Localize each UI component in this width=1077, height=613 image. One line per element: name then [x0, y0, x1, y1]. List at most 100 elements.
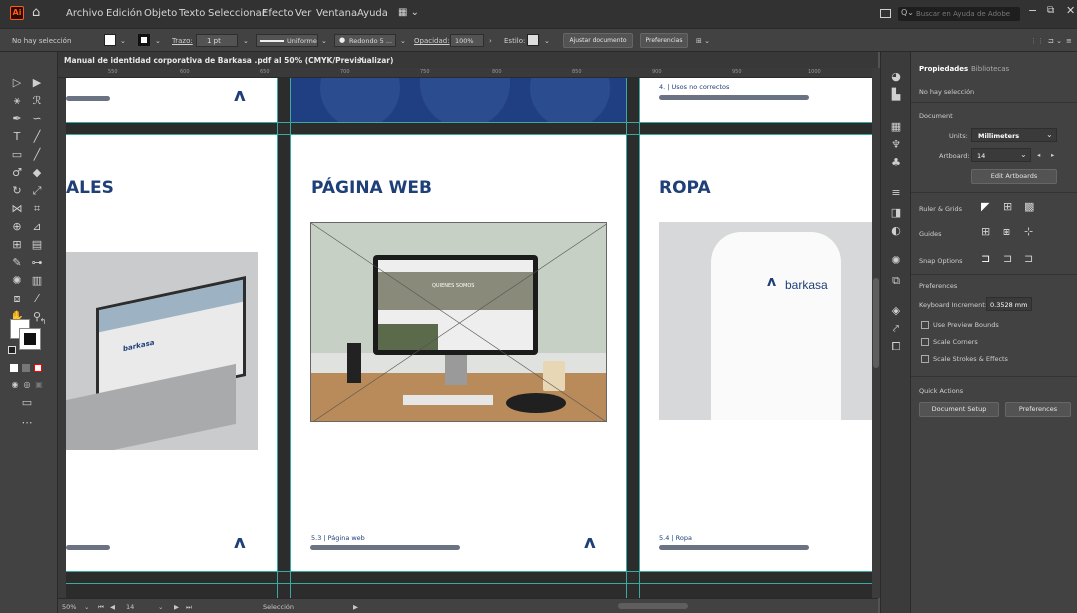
- snap-point-icon[interactable]: ⊐: [981, 252, 990, 265]
- menu-texto[interactable]: Texto: [179, 8, 205, 19]
- tab-properties[interactable]: Propiedades: [919, 65, 968, 73]
- type-tool-icon[interactable]: T: [10, 130, 24, 143]
- snap-glyph-icon[interactable]: ⊐: [1024, 252, 1033, 265]
- restore-icon[interactable]: ⧉: [1047, 5, 1054, 16]
- align-options-icon[interactable]: ⊞ ⌄: [696, 37, 710, 45]
- artboard-top-center[interactable]: [290, 78, 626, 122]
- keyboard-increment-field[interactable]: 0.3528 mm: [986, 297, 1032, 311]
- stroke-weight-field[interactable]: 1 pt: [196, 34, 238, 47]
- stroke-label[interactable]: Trazo:: [172, 37, 193, 45]
- swap-fill-stroke-icon[interactable]: ↰: [36, 317, 50, 326]
- next-artboard-icon[interactable]: ▸: [1051, 151, 1054, 159]
- minimize-icon[interactable]: −: [1028, 4, 1037, 17]
- rotate-tool-icon[interactable]: ↻: [10, 184, 24, 197]
- none-mode-icon[interactable]: [34, 364, 42, 372]
- preferences-toolbar-button[interactable]: Preferencias: [640, 33, 688, 48]
- opacity-arrow-icon[interactable]: ›: [489, 37, 492, 45]
- lock-guides-icon[interactable]: ⧆: [1003, 225, 1010, 239]
- workspace-switcher-icon[interactable]: ▦ ⌄: [398, 7, 419, 18]
- guide[interactable]: [66, 134, 878, 135]
- artboard-dropdown-icon[interactable]: ⌄: [158, 603, 163, 611]
- swatches-panel-icon[interactable]: ▦: [889, 120, 903, 134]
- rectangle-tool-icon[interactable]: ▭: [10, 148, 24, 161]
- use-preview-bounds-checkbox[interactable]: [921, 321, 929, 329]
- mesh-tool-icon[interactable]: ⊞: [10, 238, 24, 251]
- fill-swatch[interactable]: [104, 34, 116, 46]
- style-dropdown-icon[interactable]: ⌄: [544, 37, 550, 45]
- align-icon[interactable]: ⊐ ⌄: [1048, 37, 1062, 45]
- menu-edicion[interactable]: Edición: [106, 8, 142, 19]
- artboard-number[interactable]: 14: [126, 603, 134, 611]
- stroke-panel-icon[interactable]: ≡: [889, 186, 903, 200]
- direct-selection-tool-icon[interactable]: ▶: [30, 76, 44, 89]
- shape-builder-tool-icon[interactable]: ⊕: [10, 220, 24, 233]
- guide[interactable]: [66, 583, 878, 584]
- app-logo[interactable]: Ai: [10, 6, 24, 20]
- eyedropper-tool-icon[interactable]: ✎: [10, 256, 24, 269]
- document-tab-close-icon[interactable]: ✕: [358, 55, 365, 64]
- perspective-grid-tool-icon[interactable]: ⊿: [30, 220, 44, 233]
- export-panel-icon[interactable]: ⤤: [889, 322, 903, 336]
- brush-definition[interactable]: ● Redondo 5 ...: [334, 34, 396, 47]
- guide[interactable]: [290, 78, 291, 598]
- first-artboard-icon[interactable]: ⏮: [98, 603, 104, 612]
- tab-libraries[interactable]: Bibliotecas: [971, 65, 1009, 73]
- menu-archivo[interactable]: Archivo: [66, 8, 103, 19]
- document-info-icon[interactable]: ▙: [889, 88, 903, 102]
- pen-tool-icon[interactable]: ✒: [10, 112, 24, 125]
- horizontal-scrollbar-thumb[interactable]: [618, 603, 688, 609]
- opacity-label[interactable]: Opacidad:: [414, 37, 450, 45]
- home-icon[interactable]: ⌂: [32, 5, 40, 20]
- brushes-panel-icon[interactable]: ♆: [889, 138, 903, 152]
- menu-ver[interactable]: Ver: [295, 8, 311, 19]
- gradient-tool-icon[interactable]: ▤: [30, 238, 44, 251]
- document-tab[interactable]: Manual de identidad corporativa de Barka…: [58, 52, 878, 68]
- artboard-top-right[interactable]: 4. | Usos no correctos: [639, 78, 878, 122]
- last-artboard-icon[interactable]: ⏭: [186, 603, 192, 612]
- guide[interactable]: [277, 78, 278, 598]
- draw-inside-icon[interactable]: ▣: [32, 380, 46, 389]
- screen-mode-icon[interactable]: ▭: [20, 396, 34, 409]
- artboard-pagina-web[interactable]: PÁGINA WEB QUIENES SOMOS 5.3 | Página we…: [290, 134, 626, 571]
- line-tool-icon[interactable]: ╱: [30, 130, 44, 143]
- previous-artboard-icon[interactable]: ◀: [110, 603, 115, 611]
- opacity-field[interactable]: 100%: [450, 34, 484, 47]
- preferences-button[interactable]: Preferences: [1005, 402, 1071, 417]
- guide[interactable]: [66, 571, 878, 572]
- stroke-weight-dropdown-icon[interactable]: ⌄: [243, 37, 249, 45]
- artboard-top-left[interactable]: ᴧ: [66, 78, 277, 122]
- menu-ventana[interactable]: Ventana: [316, 8, 357, 19]
- appearance-panel-icon[interactable]: ✺: [889, 254, 903, 268]
- shaper-tool-icon[interactable]: ♂: [10, 166, 24, 179]
- blend-tool-icon[interactable]: ⊶: [30, 256, 44, 269]
- transparency-panel-icon[interactable]: ◐: [889, 224, 903, 238]
- symbol-sprayer-tool-icon[interactable]: ✺: [10, 274, 24, 287]
- transparency-grid-icon[interactable]: ▩: [1024, 200, 1034, 213]
- fill-dropdown-icon[interactable]: ⌄: [120, 37, 126, 45]
- snap-pixel-icon[interactable]: ⊐: [1003, 252, 1012, 265]
- layers-panel-icon[interactable]: ◈: [889, 304, 903, 318]
- artboard-tool-icon[interactable]: ⧈: [10, 292, 24, 306]
- color-mode-icon[interactable]: [10, 364, 18, 372]
- gradient-mode-icon[interactable]: [22, 364, 30, 372]
- rulers-toggle-icon[interactable]: ◤: [981, 200, 989, 213]
- close-icon[interactable]: ✕: [1066, 4, 1075, 17]
- document-setup-button[interactable]: Document Setup: [919, 402, 999, 417]
- artboard-left[interactable]: ALES barkasa ᴧ: [66, 134, 277, 571]
- artboard-ropa[interactable]: ROPA ᴧ barkasa 5.4 | Ropa: [639, 134, 878, 571]
- artboard-dropdown[interactable]: 14 ⌄: [971, 148, 1031, 162]
- width-tool-icon[interactable]: ⋈: [10, 202, 24, 215]
- zoom-dropdown-icon[interactable]: ⌄: [84, 603, 89, 611]
- search-field[interactable]: Q⌄ Buscar en Ayuda de Adobe: [898, 7, 1020, 21]
- scale-corners-checkbox[interactable]: [921, 338, 929, 346]
- next-artboard-icon[interactable]: ▶: [174, 603, 179, 611]
- brush-dropdown-icon[interactable]: ⌄: [400, 37, 406, 45]
- grid-toggle-icon[interactable]: ⊞: [1003, 200, 1012, 213]
- graphic-styles-panel-icon[interactable]: ⧉: [889, 274, 903, 288]
- fit-document-button[interactable]: Ajustar documento: [563, 33, 633, 48]
- color-panel-icon[interactable]: ◕: [889, 70, 903, 84]
- scale-tool-icon[interactable]: ⤢: [30, 184, 44, 198]
- vertical-ruler[interactable]: [58, 78, 66, 598]
- artboards-panel-icon[interactable]: ⧠: [889, 340, 903, 354]
- status-arrow-icon[interactable]: ▶: [353, 603, 358, 611]
